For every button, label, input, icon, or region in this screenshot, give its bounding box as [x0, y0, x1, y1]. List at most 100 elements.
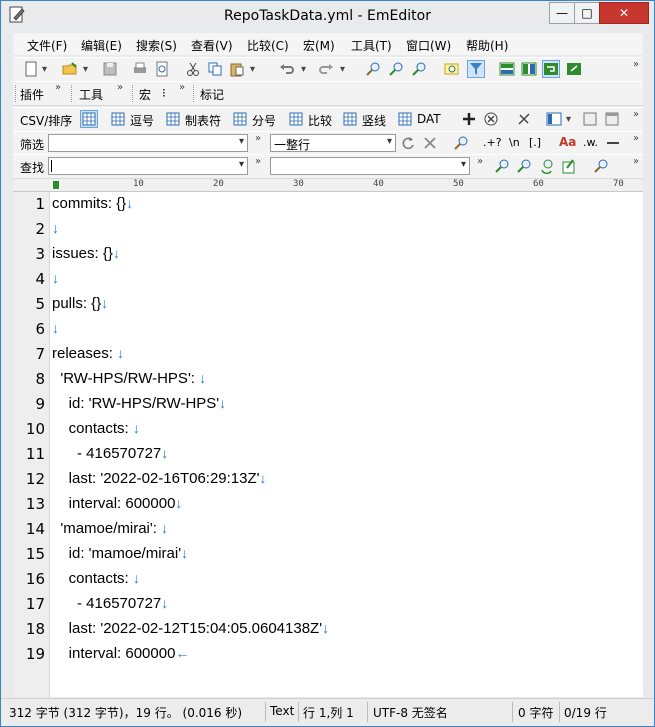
split-vertical-icon[interactable]: [521, 61, 537, 77]
comma-mode-label[interactable]: 逗号: [130, 112, 154, 129]
find-toolbar-overflow-icon[interactable]: »: [633, 156, 639, 167]
find-in-files-icon[interactable]: [594, 158, 610, 174]
undo-dropdown-icon[interactable]: ▾: [301, 64, 306, 75]
undo-icon[interactable]: [279, 61, 295, 77]
csv-sort-label[interactable]: CSV/排序: [20, 112, 72, 129]
columns-view-icon[interactable]: [546, 111, 562, 127]
find-previous-icon[interactable]: [412, 61, 428, 77]
table-header-icon[interactable]: [604, 111, 620, 127]
find-next-icon[interactable]: [389, 61, 405, 77]
find-actions-overflow-icon[interactable]: »: [477, 156, 483, 167]
pipe-mode-label[interactable]: 竖线: [362, 112, 386, 129]
find-dropdown-icon[interactable]: ▾: [239, 159, 244, 170]
filter-icon[interactable]: [467, 60, 485, 78]
code-line[interactable]: releases: ↓: [52, 345, 124, 362]
filter-mode-select[interactable]: 一整行 ▾: [270, 134, 396, 152]
filter-overflow-icon[interactable]: »: [255, 133, 261, 144]
code-line[interactable]: id: 'RW-HPS/RW-HPS'↓: [52, 395, 227, 412]
clear-filter-icon[interactable]: [422, 135, 438, 151]
compare-mode-icon[interactable]: [288, 111, 304, 127]
menu-help[interactable]: 帮助(H): [466, 37, 508, 54]
pipe-mode-icon[interactable]: [342, 111, 358, 127]
find-overflow-icon[interactable]: »: [255, 156, 261, 167]
code-line[interactable]: last: '2022-02-16T06:29:13Z'↓: [52, 470, 267, 487]
table-settings-icon[interactable]: [582, 111, 598, 127]
menu-edit[interactable]: 编辑(E): [81, 37, 122, 54]
main-toolbar-overflow-icon[interactable]: »: [633, 59, 639, 70]
dat-mode-icon[interactable]: [397, 111, 413, 127]
toolbar-grip[interactable]: [71, 85, 75, 102]
semicolon-mode-label[interactable]: 分号: [252, 112, 276, 129]
cut-icon[interactable]: [185, 61, 201, 77]
paste-icon[interactable]: [229, 61, 245, 77]
toolbar-grip[interactable]: [193, 85, 197, 102]
status-encoding[interactable]: UTF-8 无签名: [373, 704, 448, 721]
filter-input[interactable]: ▾: [48, 134, 248, 152]
text-editor[interactable]: 1 2 3 4 5 6 7 8 9 10 11 12 13 14 15 16 17 18 19 commits: {…: [13, 192, 643, 697]
print-preview-icon[interactable]: [154, 61, 170, 77]
open-folder-icon[interactable]: [62, 61, 78, 77]
code-line[interactable]: last: '2022-02-12T15:04:05.0604138Z'↓: [52, 620, 329, 637]
toolbar-grip[interactable]: [15, 85, 19, 102]
find-next-green-icon[interactable]: [495, 158, 511, 174]
code-line[interactable]: ↓: [52, 220, 59, 237]
macro-overflow-icon[interactable]: »: [179, 82, 185, 93]
replace-icon[interactable]: [539, 158, 555, 174]
open-dropdown-icon[interactable]: ▾: [83, 64, 88, 75]
fullscreen-icon[interactable]: [566, 61, 582, 77]
code-line[interactable]: contacts: ↓: [52, 570, 140, 587]
compare-mode-label[interactable]: 比较: [308, 112, 332, 129]
column-tools-icon[interactable]: [516, 111, 532, 127]
print-icon[interactable]: [132, 61, 148, 77]
regex-toggle[interactable]: .+?: [483, 136, 502, 149]
remove-column-icon[interactable]: [483, 111, 499, 127]
maximize-button[interactable]: □: [574, 2, 600, 24]
code-line[interactable]: id: 'mamoe/mirai'↓: [52, 545, 188, 562]
status-mode[interactable]: Text: [270, 704, 294, 718]
case-toggle[interactable]: Aa: [559, 135, 576, 149]
replace-all-icon[interactable]: [561, 158, 577, 174]
code-line[interactable]: issues: {}↓: [52, 245, 120, 262]
new-file-icon[interactable]: [23, 61, 39, 77]
code-line[interactable]: commits: {}↓: [52, 195, 133, 212]
find-icon[interactable]: [366, 61, 382, 77]
copy-icon[interactable]: [207, 61, 223, 77]
minimize-button[interactable]: —: [549, 2, 575, 24]
code-line[interactable]: 'RW-HPS/RW-HPS': ↓: [52, 370, 206, 387]
filter-dropdown-icon[interactable]: ▾: [239, 136, 244, 147]
add-column-icon[interactable]: [461, 111, 477, 127]
menu-file[interactable]: 文件(F): [27, 37, 67, 54]
plugins-toolbar-label[interactable]: 插件: [20, 86, 44, 103]
menu-tools[interactable]: 工具(T): [351, 37, 392, 54]
tools-overflow-icon[interactable]: »: [117, 82, 123, 93]
tools-toolbar-label[interactable]: 工具: [79, 86, 103, 103]
code-line[interactable]: interval: 600000↓: [52, 495, 183, 512]
refresh-icon[interactable]: [400, 135, 416, 151]
csv-text-mode-icon[interactable]: [80, 110, 98, 128]
filter-mode-dropdown-icon[interactable]: ▾: [387, 136, 392, 147]
word-toggle[interactable]: .w.: [583, 136, 598, 149]
csv-toolbar-overflow-icon[interactable]: »: [633, 109, 639, 120]
code-line[interactable]: - 416570727↓: [52, 445, 168, 462]
redo-icon[interactable]: [318, 61, 334, 77]
newline-toggle[interactable]: \n: [509, 136, 520, 149]
columns-view-dropdown-icon[interactable]: ▾: [566, 114, 571, 125]
menu-search[interactable]: 搜索(S): [136, 37, 177, 54]
code-line[interactable]: interval: 600000←: [52, 645, 190, 662]
tab-mode-label[interactable]: 制表符: [185, 112, 221, 129]
wrap-icon[interactable]: [542, 60, 560, 78]
menu-view[interactable]: 查看(V): [191, 37, 233, 54]
comma-mode-icon[interactable]: [110, 111, 126, 127]
new-dropdown-icon[interactable]: ▾: [42, 64, 47, 75]
code-line[interactable]: ↓: [52, 320, 59, 337]
highlight-icon[interactable]: [444, 61, 460, 77]
code-line[interactable]: pulls: {}↓: [52, 295, 108, 312]
menu-window[interactable]: 窗口(W): [406, 37, 451, 54]
close-button[interactable]: ✕: [599, 2, 649, 24]
advanced-filter-icon[interactable]: [454, 135, 470, 151]
collapse-filter-icon[interactable]: [605, 135, 621, 151]
code-line[interactable]: ↓: [52, 270, 59, 287]
status-position[interactable]: 行 1,列 1: [303, 704, 354, 721]
replace-dropdown-icon[interactable]: ▾: [461, 159, 466, 170]
find-previous-green-icon[interactable]: [517, 158, 533, 174]
